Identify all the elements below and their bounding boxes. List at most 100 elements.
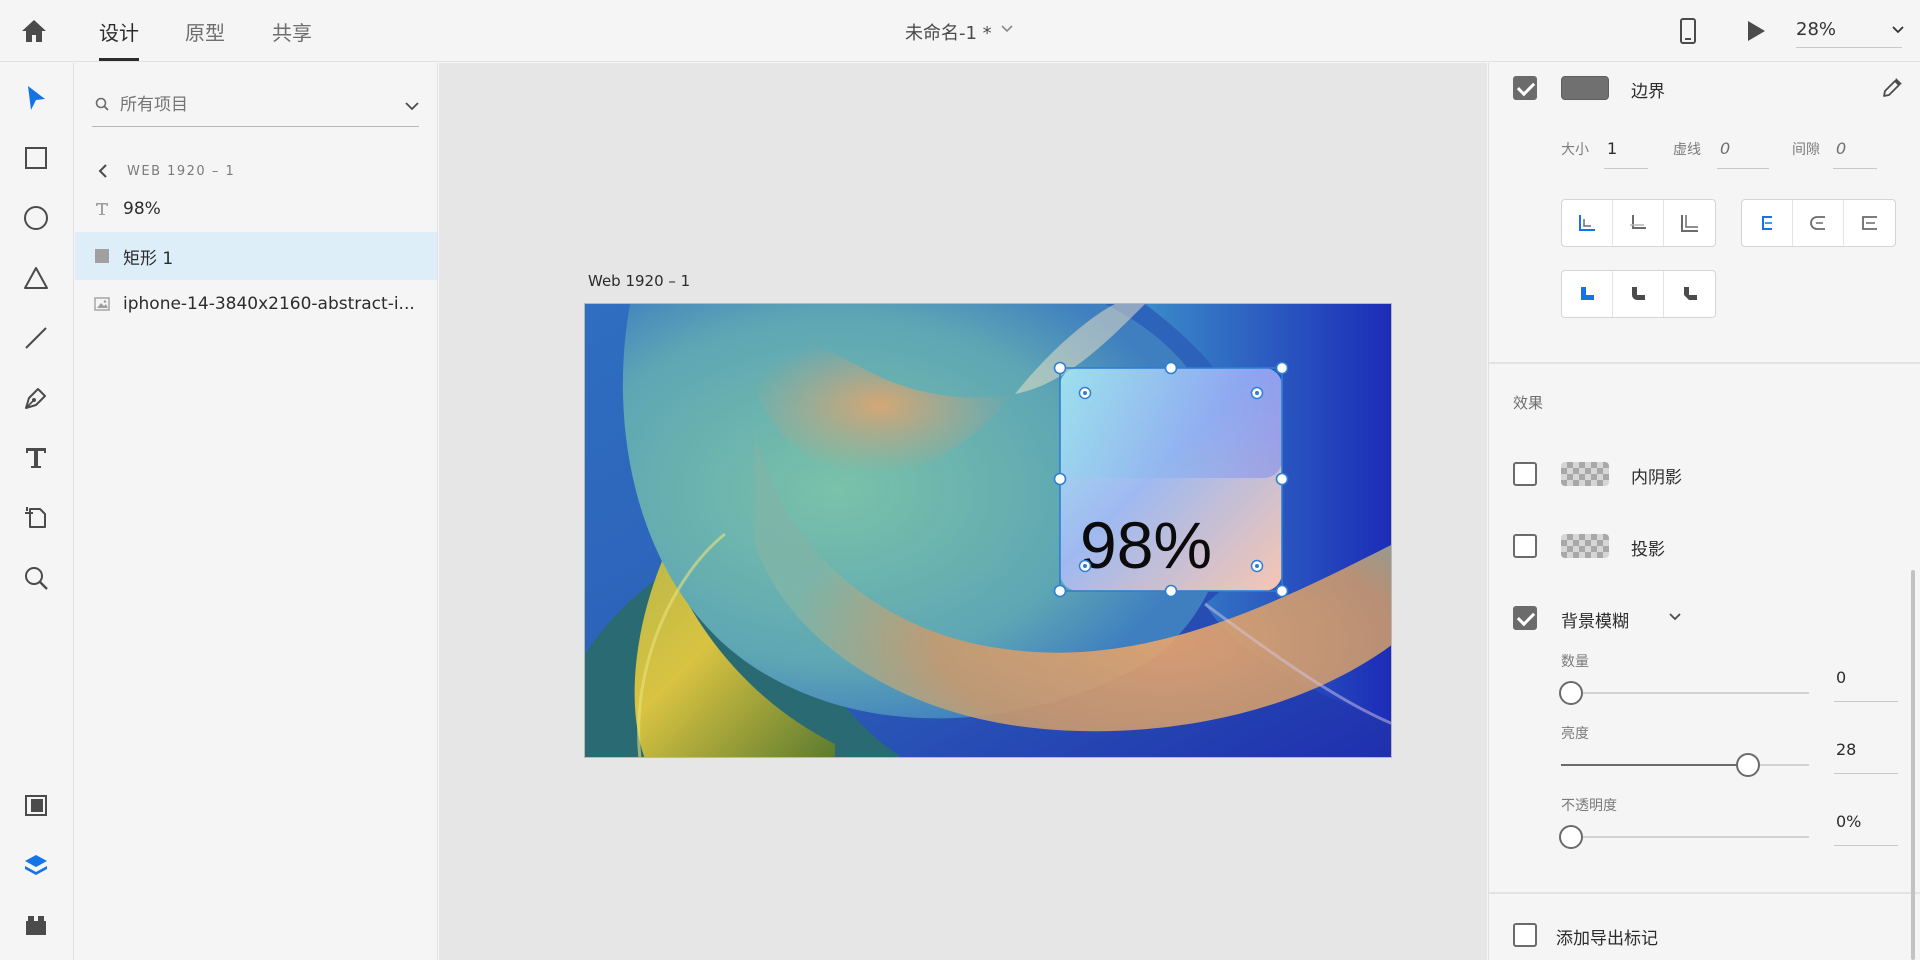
inner-stroke-button[interactable] [1562, 200, 1613, 246]
round-join-icon [1632, 287, 1645, 300]
line-tool[interactable] [22, 324, 50, 352]
background-blur-label: 背景模糊 [1561, 612, 1629, 632]
center-stroke-button[interactable] [1613, 200, 1664, 246]
inner-shadow-swatch[interactable] [1561, 462, 1609, 486]
round-cap-button[interactable] [1793, 200, 1844, 246]
export-mark-checkbox[interactable] [1513, 923, 1537, 947]
tab-prototype[interactable]: 原型 [185, 17, 225, 46]
layers-panel: WEB 1920 – 1 98% 矩形 1 iphone-14-3840x216… [75, 63, 438, 960]
tab-share[interactable]: 共享 [272, 17, 312, 46]
border-checkbox[interactable] [1513, 76, 1537, 100]
opacity-value[interactable]: 0% [1836, 812, 1861, 831]
section-divider [1489, 892, 1920, 894]
border-size-field[interactable]: 1 [1604, 139, 1648, 169]
outer-stroke-icon [1680, 215, 1698, 232]
layer-item-rectangle[interactable]: 矩形 1 [75, 232, 437, 280]
square-cap-icon [1861, 216, 1877, 230]
rectangle-layer-icon [93, 247, 111, 265]
blur-amount-value[interactable]: 0 [1836, 668, 1846, 687]
border-color-swatch[interactable] [1561, 76, 1609, 100]
rectangle-tool[interactable] [22, 144, 50, 172]
chevron-down-icon[interactable] [1000, 24, 1014, 34]
inner-shadow-checkbox[interactable] [1513, 462, 1537, 486]
opacity-label: 不透明度 [1561, 798, 1617, 814]
border-gap-label: 间隙 [1792, 142, 1820, 158]
stroke-cap-group [1741, 199, 1896, 247]
properties-panel: 边界 大小 1 虚线 0 间隙 0 效果 内阴影 投影 背景模糊 数量 0 亮度… [1488, 63, 1920, 960]
border-dash-label: 虚线 [1673, 142, 1701, 158]
zoom-underline [1796, 47, 1902, 48]
border-size-label: 大小 [1561, 142, 1589, 158]
plugins-button[interactable] [22, 911, 50, 939]
polygon-tool[interactable] [22, 264, 50, 292]
breadcrumb[interactable]: WEB 1920 – 1 [97, 163, 235, 179]
artboard[interactable]: 98% [584, 303, 1392, 758]
center-stroke-icon [1630, 215, 1646, 229]
chevron-down-icon[interactable] [404, 100, 420, 112]
play-icon[interactable] [1746, 20, 1766, 42]
layers-button[interactable] [22, 851, 50, 879]
layer-item-image[interactable]: iphone-14-3840x2160-abstract-i... [75, 280, 437, 328]
inner-stroke-icon [1579, 215, 1595, 231]
layers-icon [25, 855, 47, 875]
chevron-down-icon[interactable] [1891, 25, 1905, 35]
artboard-title[interactable]: Web 1920 – 1 [588, 272, 690, 290]
layer-item-text[interactable]: 98% [75, 185, 437, 233]
blur-amount-thumb[interactable] [1559, 681, 1583, 705]
opacity-track[interactable] [1561, 836, 1809, 838]
layer-filter-input[interactable] [120, 89, 380, 121]
brightness-underline [1834, 773, 1898, 774]
zoom-level[interactable]: 28% [1796, 19, 1836, 40]
card-percentage-text[interactable]: 98% [1080, 508, 1212, 582]
abstract-wallpaper-image[interactable]: 98% [585, 304, 1392, 758]
tab-design[interactable]: 设计 [99, 17, 139, 61]
search-icon [95, 97, 109, 111]
border-dash-field[interactable]: 0 [1717, 139, 1769, 169]
brightness-value[interactable]: 28 [1836, 740, 1856, 759]
assets-button[interactable] [22, 791, 50, 819]
top-bar: 设计 原型 共享 未命名-1 * 28% [0, 0, 1920, 62]
inner-shadow-label: 内阴影 [1631, 468, 1682, 488]
eyedropper-icon[interactable] [1881, 75, 1905, 99]
properties-scrollbar[interactable] [1911, 570, 1915, 960]
pen-tool[interactable] [22, 384, 50, 412]
bevel-join-button[interactable] [1664, 271, 1715, 317]
magnifier-icon [25, 567, 48, 590]
drop-shadow-checkbox[interactable] [1513, 534, 1537, 558]
chevron-left-icon[interactable] [97, 163, 109, 179]
layer-name: iphone-14-3840x2160-abstract-i... [123, 294, 415, 314]
border-gap-field[interactable]: 0 [1833, 139, 1877, 169]
assets-icon [25, 795, 47, 816]
artboard-tool[interactable] [22, 504, 50, 532]
select-tool[interactable] [22, 84, 50, 112]
ellipse-icon [24, 206, 48, 230]
document-title[interactable]: 未命名-1 * [905, 19, 992, 45]
chevron-down-icon[interactable] [1668, 612, 1682, 622]
zoom-tool[interactable] [22, 564, 50, 592]
ellipse-tool[interactable] [22, 204, 50, 232]
brightness-thumb[interactable] [1736, 753, 1760, 777]
layer-search[interactable] [92, 85, 419, 127]
drop-shadow-swatch[interactable] [1561, 534, 1609, 558]
square-cap-button[interactable] [1844, 200, 1895, 246]
butt-cap-icon [1762, 216, 1772, 230]
outer-stroke-button[interactable] [1664, 200, 1715, 246]
canvas-area[interactable]: Web 1920 – 1 98% [439, 63, 1487, 960]
background-blur-checkbox[interactable] [1513, 606, 1537, 630]
brightness-label: 亮度 [1561, 726, 1589, 742]
round-cap-icon [1810, 216, 1825, 230]
text-icon [26, 448, 46, 468]
butt-cap-button[interactable] [1742, 200, 1793, 246]
blur-amount-label: 数量 [1561, 654, 1589, 670]
miter-join-button[interactable] [1562, 271, 1613, 317]
artboard-icon [25, 507, 46, 528]
plugins-icon [26, 916, 46, 935]
home-icon[interactable] [20, 17, 48, 45]
round-join-button[interactable] [1613, 271, 1664, 317]
text-tool[interactable] [22, 444, 50, 472]
device-preview-icon[interactable] [1679, 18, 1697, 44]
opacity-thumb[interactable] [1559, 825, 1583, 849]
breadcrumb-label: WEB 1920 – 1 [127, 163, 236, 179]
tool-bar [0, 63, 74, 960]
blur-amount-track[interactable] [1561, 692, 1809, 694]
